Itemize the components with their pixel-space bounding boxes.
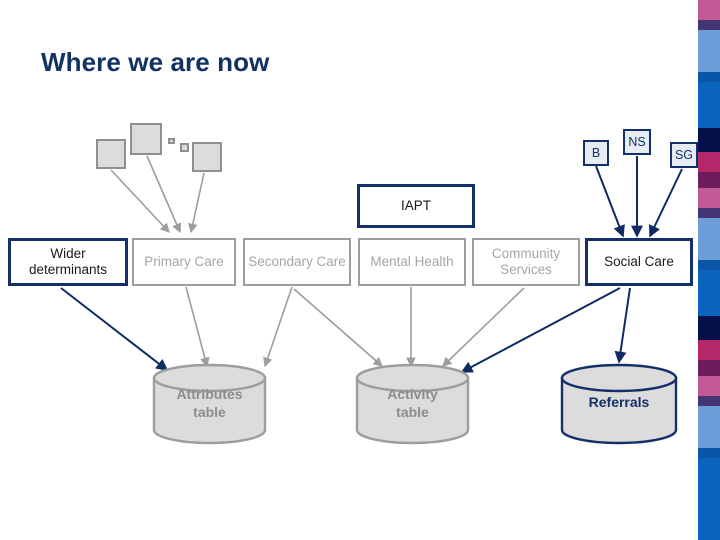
arrow-wider-determinants-to-attributes-table xyxy=(60,287,169,371)
node-box-mental-health[interactable]: Mental Health xyxy=(358,238,466,286)
cylinder-label-line2: table xyxy=(396,403,429,420)
arrows-tags-to-social-care xyxy=(595,156,683,238)
page-title: Where we are now xyxy=(41,47,270,77)
node-box-label: Primary Care xyxy=(144,254,224,270)
cylinder-activity-table[interactable]: Activity table xyxy=(355,363,470,445)
color-strip-band xyxy=(698,20,720,30)
color-strip-band xyxy=(698,260,720,270)
slide-canvas: Where we are now B NS SG IAPT Wider dete… xyxy=(0,0,720,540)
color-strip-band xyxy=(698,172,720,188)
tag-box-label: SG xyxy=(674,148,694,162)
source-dot-2 xyxy=(180,143,189,152)
decorative-color-strip xyxy=(698,0,720,540)
cylinder-label: Referrals xyxy=(560,394,678,412)
tag-box-sg[interactable]: SG xyxy=(670,142,698,168)
node-box-wider-determinants[interactable]: Wider determinants xyxy=(8,238,128,286)
arrow-social-care-to-referrals xyxy=(614,287,631,364)
color-strip-band xyxy=(698,458,720,540)
node-box-social-care[interactable]: Social Care xyxy=(585,238,693,286)
tag-box-b[interactable]: B xyxy=(583,140,609,166)
source-square-2 xyxy=(130,123,162,155)
tag-box-ns[interactable]: NS xyxy=(623,129,651,155)
color-strip-band xyxy=(698,270,720,316)
source-square-1 xyxy=(96,139,126,169)
node-box-primary-care[interactable]: Primary Care xyxy=(132,238,236,286)
color-strip-band xyxy=(698,218,720,260)
cylinder-label-line2: table xyxy=(193,403,226,420)
cylinder-attributes-table[interactable]: Attributes table xyxy=(152,363,267,445)
color-strip-band xyxy=(698,316,720,340)
color-strip-band xyxy=(698,188,720,208)
cylinder-label-line1: Attributes xyxy=(176,386,243,402)
color-strip-band xyxy=(698,128,720,152)
arrows-services-to-attributes-table xyxy=(185,286,293,368)
color-strip-band xyxy=(698,0,720,20)
color-strip-band xyxy=(698,396,720,406)
cylinder-label-line1: Referrals xyxy=(588,394,650,410)
color-strip-band xyxy=(698,208,720,218)
node-box-label: Secondary Care xyxy=(248,254,346,270)
color-strip-band xyxy=(698,82,720,128)
node-box-label: Wider determinants xyxy=(28,246,108,277)
source-dot-1 xyxy=(168,138,175,144)
cylinder-label-line1: Activity xyxy=(387,386,438,402)
node-box-community-services[interactable]: Community Services xyxy=(472,238,580,286)
arrows-services-to-activity-table xyxy=(293,287,525,368)
color-strip-band xyxy=(698,30,720,72)
source-square-3 xyxy=(192,142,222,172)
node-box-secondary-care[interactable]: Secondary Care xyxy=(243,238,351,286)
node-box-iapt-label: IAPT xyxy=(400,198,431,214)
color-strip-band xyxy=(698,376,720,396)
node-box-iapt[interactable]: IAPT xyxy=(357,184,475,228)
cylinder-label: Attributes table xyxy=(152,386,267,421)
color-strip-band xyxy=(698,72,720,82)
color-strip-band xyxy=(698,340,720,360)
color-strip-band xyxy=(698,360,720,376)
tag-box-label: NS xyxy=(628,135,646,149)
color-strip-band xyxy=(698,406,720,448)
arrow-social-care-to-activity-table xyxy=(460,287,621,373)
cylinder-label: Activity table xyxy=(355,386,470,421)
cylinder-referrals[interactable]: Referrals xyxy=(560,363,678,445)
tag-box-label: B xyxy=(591,146,601,160)
node-box-label: Community Services xyxy=(491,246,561,277)
color-strip-band xyxy=(698,152,720,172)
node-box-label: Mental Health xyxy=(370,254,454,270)
node-box-label: Social Care xyxy=(604,254,674,270)
color-strip-band xyxy=(698,448,720,458)
